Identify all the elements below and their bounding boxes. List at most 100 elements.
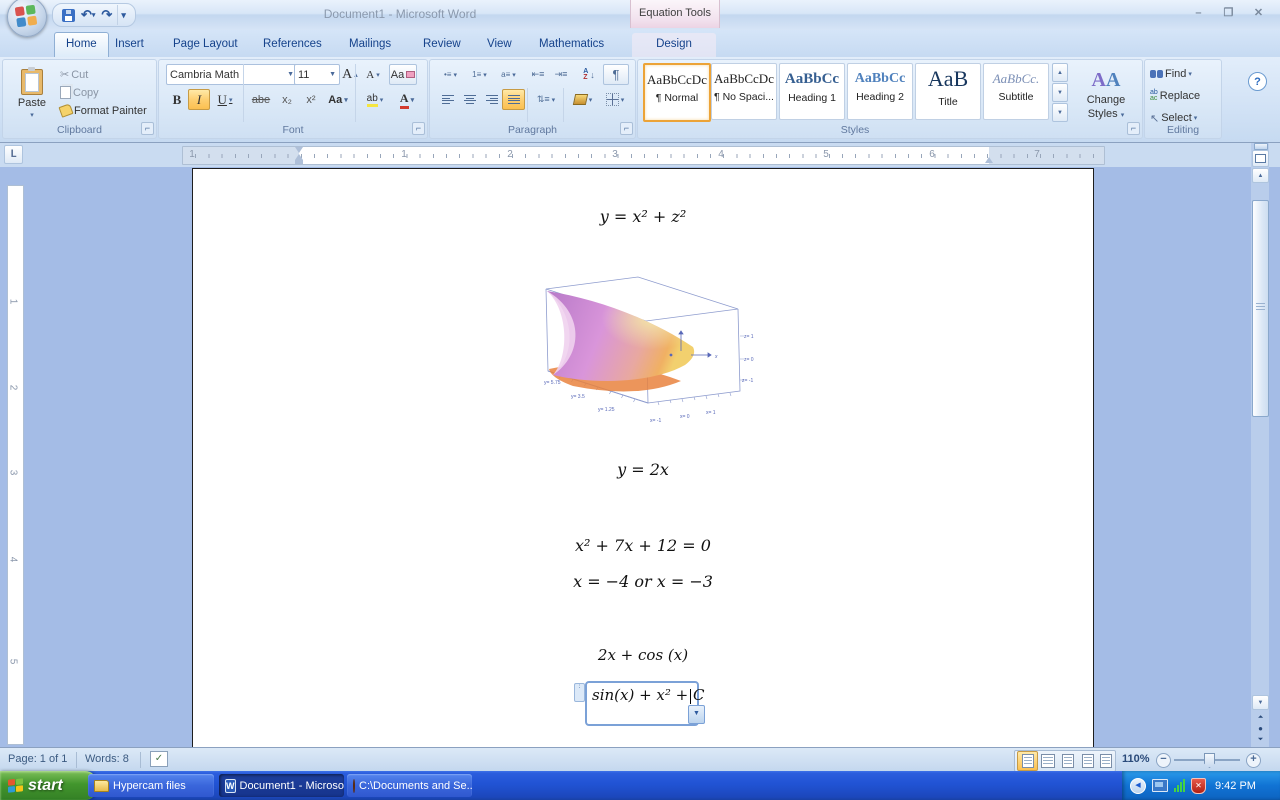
underline-dropdown-icon[interactable]: ▾ (229, 96, 233, 104)
show-hide-marks-button[interactable]: ¶ (603, 64, 629, 85)
undo-button[interactable]: ↶ ▾ (78, 5, 98, 25)
network-icon[interactable] (1152, 779, 1168, 792)
first-line-indent-marker[interactable] (295, 147, 303, 153)
bold-button[interactable]: B (166, 89, 188, 110)
left-indent-marker[interactable] (295, 160, 303, 164)
tab-view[interactable]: View (476, 33, 523, 57)
font-color-dropdown-icon[interactable]: ▾ (411, 96, 415, 104)
security-alert-shield-icon[interactable]: ✕ (1191, 778, 1206, 794)
paste-button[interactable]: Paste ▾ (9, 63, 55, 125)
superscript-button[interactable]: x² (299, 89, 323, 110)
signal-strength-icon[interactable] (1174, 779, 1185, 792)
styles-dialog-launcher[interactable]: ⌐ (1127, 122, 1140, 135)
proofing-status-icon[interactable]: ✓ (150, 751, 168, 767)
styles-scroll-up-button[interactable]: ▲ (1052, 63, 1068, 82)
customize-qat-button[interactable]: ▾ (117, 5, 129, 25)
align-right-button[interactable] (480, 89, 503, 110)
zoom-level[interactable]: 110% (1122, 753, 1150, 765)
tab-review[interactable]: Review (412, 33, 472, 57)
web-layout-view-button[interactable] (1057, 751, 1078, 771)
format-painter-button[interactable]: Format Painter (59, 101, 157, 120)
copy-button[interactable]: Copy (59, 83, 153, 102)
line-spacing-dropdown-icon[interactable]: ▾ (552, 96, 556, 104)
font-name-combo[interactable]: Cambria Math ▼ (166, 64, 298, 85)
equation-4[interactable]: x = −4 or x = −3 (193, 572, 1093, 591)
multilevel-dropdown-icon[interactable]: ▾ (512, 71, 516, 79)
borders-button[interactable]: ▾ (599, 89, 631, 110)
shrink-font-button[interactable]: A▾ (361, 64, 385, 85)
shading-dropdown-icon[interactable]: ▾ (589, 96, 593, 104)
font-size-combo[interactable]: 11 ▼ (294, 64, 340, 85)
equation-3[interactable]: x² + 7x + 12 = 0 (193, 536, 1093, 555)
page-indicator[interactable]: Page: 1 of 1 (8, 753, 67, 765)
minimize-button[interactable]: – (1185, 6, 1212, 23)
style-card-subtitle[interactable]: AaBbCc. Subtitle (983, 63, 1049, 120)
taskbar-item-explorer[interactable]: C:\Documents and Se... (347, 774, 472, 797)
print-layout-view-button[interactable] (1017, 751, 1038, 771)
scrollbar-thumb[interactable] (1252, 200, 1269, 417)
clipboard-dialog-launcher[interactable]: ⌐ (141, 122, 154, 135)
clear-formatting-button[interactable]: Aa (389, 64, 417, 85)
redo-button[interactable]: ↷ (98, 5, 115, 25)
shading-button[interactable]: ▾ (567, 89, 599, 110)
change-case-dropdown-icon[interactable]: ▾ (344, 96, 348, 104)
save-button[interactable] (59, 5, 78, 25)
undo-dropdown-icon[interactable]: ▾ (92, 11, 96, 19)
change-styles-button[interactable]: AA Change Styles ▾ (1074, 62, 1138, 126)
find-button[interactable]: Find ▾ (1149, 64, 1219, 84)
draft-view-button[interactable] (1095, 751, 1116, 771)
subscript-button[interactable]: x₂ (275, 89, 299, 110)
paste-dropdown-icon[interactable]: ▾ (30, 111, 34, 119)
split-handle[interactable] (1254, 143, 1268, 150)
zoom-out-button[interactable]: − (1156, 753, 1171, 768)
zoom-in-button[interactable]: + (1246, 753, 1261, 768)
tab-references[interactable]: References (252, 33, 333, 57)
vertical-ruler[interactable]: 1 2 3 4 5 (7, 185, 24, 745)
strikethrough-button[interactable]: abe (247, 89, 275, 110)
numbering-dropdown-icon[interactable]: ▾ (483, 71, 487, 79)
equation-options-dropdown[interactable]: ▼ (688, 705, 705, 724)
equation-5[interactable]: 2x + cos (x) (193, 646, 1093, 664)
scroll-down-button[interactable]: ▼ (1252, 695, 1269, 710)
style-card-heading1[interactable]: AaBbCc Heading 1 (779, 63, 845, 120)
numbering-button[interactable]: 1≡ ▾ (465, 64, 494, 85)
fullscreen-reading-view-button[interactable] (1037, 751, 1058, 771)
close-button[interactable]: ✕ (1245, 6, 1272, 23)
equation-editor-text[interactable]: sin(x) + x² + C (592, 686, 704, 704)
equation-drag-handle[interactable]: ⋮ (574, 683, 585, 702)
tab-page-layout[interactable]: Page Layout (162, 33, 249, 57)
select-dropdown-icon[interactable]: ▾ (1194, 114, 1198, 122)
font-dialog-launcher[interactable]: ⌐ (412, 122, 425, 135)
increase-indent-button[interactable]: ⇥≡ (549, 64, 573, 85)
styles-gallery-more-button[interactable]: ▼ (1052, 103, 1068, 122)
tab-design[interactable]: Design (632, 33, 716, 57)
find-dropdown-icon[interactable]: ▾ (1188, 70, 1192, 78)
font-color-button[interactable]: A ▾ (391, 89, 423, 110)
help-button[interactable]: ? (1248, 72, 1267, 91)
view-ruler-toggle-button[interactable] (1252, 150, 1269, 167)
style-card-no-spacing[interactable]: AaBbCcDc ¶ No Spaci... (711, 63, 777, 120)
font-size-dropdown-icon[interactable]: ▼ (329, 71, 336, 78)
borders-dropdown-icon[interactable]: ▾ (621, 96, 625, 104)
taskbar-item-hypercam[interactable]: Hypercam files (88, 774, 214, 797)
line-spacing-button[interactable]: ⇅≡ ▾ (531, 89, 561, 110)
bullets-dropdown-icon[interactable]: ▾ (453, 71, 457, 79)
multilevel-list-button[interactable]: a≡ ▾ (494, 64, 523, 85)
font-name-dropdown-icon[interactable]: ▼ (287, 71, 294, 78)
tab-selector-button[interactable]: L (4, 145, 23, 164)
next-page-button[interactable]: ⏷ (1252, 733, 1269, 746)
style-card-normal[interactable]: AaBbCcDc ¶ Normal (643, 63, 711, 122)
text-highlight-button[interactable]: ab ▾ (359, 89, 391, 110)
tab-mathematics[interactable]: Mathematics (528, 33, 615, 57)
underline-button[interactable]: U ▾ (210, 89, 240, 110)
equation-1[interactable]: y = x² + z² (193, 207, 1093, 226)
clock[interactable]: 9:42 PM (1215, 780, 1256, 792)
style-card-title[interactable]: AaB Title (915, 63, 981, 120)
italic-button[interactable]: I (188, 89, 210, 110)
tab-home[interactable]: Home (54, 32, 109, 58)
tab-insert[interactable]: Insert (104, 33, 155, 57)
replace-button[interactable]: abac Replace (1149, 86, 1219, 106)
start-button[interactable]: start (0, 771, 97, 800)
paragraph-dialog-launcher[interactable]: ⌐ (620, 122, 633, 135)
equation-editor-box[interactable]: sin(x) + x² + C (585, 681, 699, 726)
